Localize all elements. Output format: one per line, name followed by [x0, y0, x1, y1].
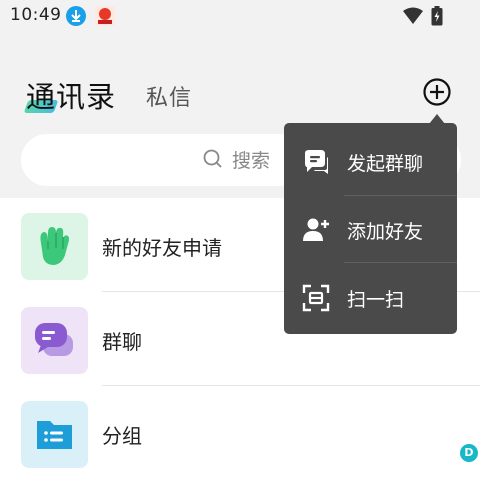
group-chat-icon: [302, 148, 330, 180]
chat-bubbles-icon: [21, 307, 88, 374]
floating-badge[interactable]: D: [460, 444, 478, 462]
menu-item-scan[interactable]: 扫一扫: [284, 264, 457, 332]
menu-item-label: 发起群聊: [347, 153, 424, 175]
status-bar: 10:49: [0, 0, 480, 32]
menu-divider: [344, 262, 457, 263]
download-notification-icon: [66, 6, 86, 26]
add-popup-menu: 发起群聊 添加好友 扫一扫: [284, 123, 457, 334]
battery-icon: [431, 6, 443, 30]
menu-item-start-group-chat[interactable]: 发起群聊: [284, 128, 457, 196]
tab-contacts[interactable]: 通讯录: [26, 74, 116, 116]
search-placeholder: 搜索: [232, 150, 271, 172]
list-item-label: 分组: [102, 424, 142, 448]
list-item-label: 群聊: [102, 330, 142, 354]
tab-private-messages[interactable]: 私信: [146, 80, 192, 112]
folder-list-icon: [21, 401, 88, 468]
menu-item-add-friend[interactable]: 添加好友: [284, 196, 457, 264]
app-notification-icon: [94, 5, 116, 27]
menu-item-label: 扫一扫: [347, 289, 405, 311]
search-icon: [203, 149, 223, 173]
add-circle-icon[interactable]: [423, 78, 451, 106]
waving-hand-icon: [21, 213, 88, 280]
status-time: 10:49: [10, 5, 62, 25]
wifi-icon: [402, 7, 424, 29]
list-item-label: 新的好友申请: [102, 236, 222, 260]
scan-icon: [302, 284, 330, 316]
list-item-groups[interactable]: 分组: [0, 386, 480, 480]
add-friend-icon: [302, 216, 330, 248]
menu-item-label: 添加好友: [347, 221, 424, 243]
